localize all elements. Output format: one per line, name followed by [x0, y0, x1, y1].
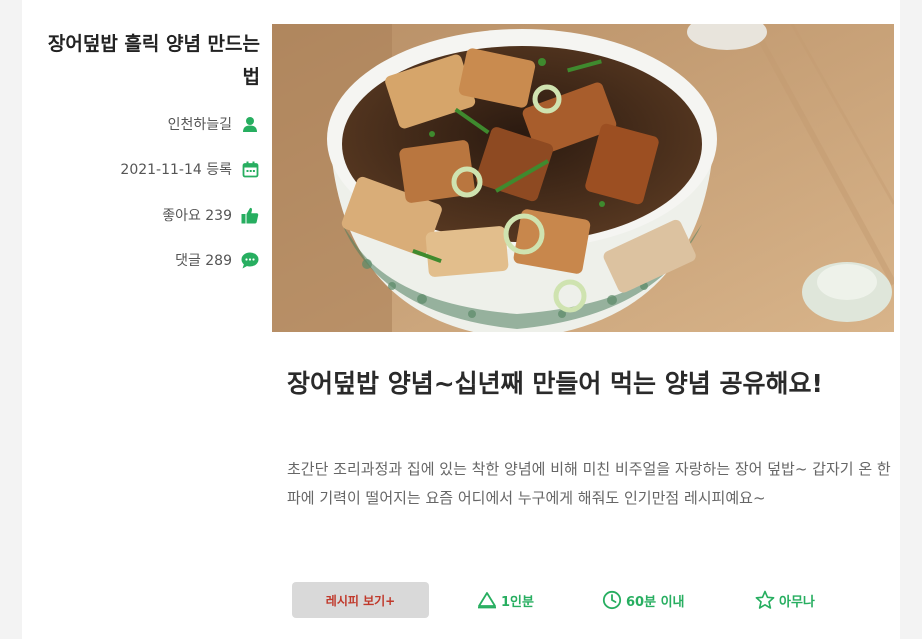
serving-label: 1인분 [501, 594, 534, 610]
view-recipe-button[interactable]: 레시피 보기+ [292, 582, 429, 618]
calendar-icon [240, 159, 260, 179]
comments-row[interactable]: 댓글 289 [175, 249, 260, 271]
recipe-card: 장어덮밥 흘릭 양념 만드는 법 인천하늘길 2021-11-14 등록 좋아요… [22, 0, 900, 639]
comments-count: 댓글 289 [175, 253, 232, 269]
date-row: 2021-11-14 등록 [120, 158, 260, 180]
time-label: 60분 이내 [626, 594, 685, 610]
difficulty-label: 아무나 [779, 594, 815, 610]
likes-count: 좋아요 239 [162, 208, 232, 224]
likes-row[interactable]: 좋아요 239 [162, 204, 260, 226]
time-info: 60분 이내 [602, 582, 685, 618]
post-date: 2021-11-14 등록 [120, 162, 232, 178]
side-title[interactable]: 장어덮밥 흘릭 양념 만드는 법 [40, 28, 260, 94]
author-row[interactable]: 인천하늘길 [168, 113, 260, 135]
serving-info: 1인분 [477, 582, 534, 618]
clock-icon [602, 590, 622, 610]
thumbs-up-icon[interactable] [240, 205, 260, 225]
difficulty-info: 아무나 [755, 582, 815, 618]
comment-icon[interactable] [240, 250, 260, 270]
recipe-headline[interactable]: 장어덮밥 양념~십년째 만들어 먹는 양념 공유해요! [287, 366, 887, 402]
star-icon [755, 590, 775, 609]
user-icon [240, 114, 260, 134]
author-name[interactable]: 인천하늘길 [168, 114, 232, 134]
serving-icon [478, 592, 496, 609]
recipe-description: 초간단 조리과정과 집에 있는 착한 양념에 비해 미친 비주얼을 자랑하는 장… [287, 460, 891, 507]
recipe-actions: 레시피 보기+ 1인분 60분 이내 아무나 [292, 582, 892, 618]
recipe-photo[interactable] [272, 24, 894, 332]
